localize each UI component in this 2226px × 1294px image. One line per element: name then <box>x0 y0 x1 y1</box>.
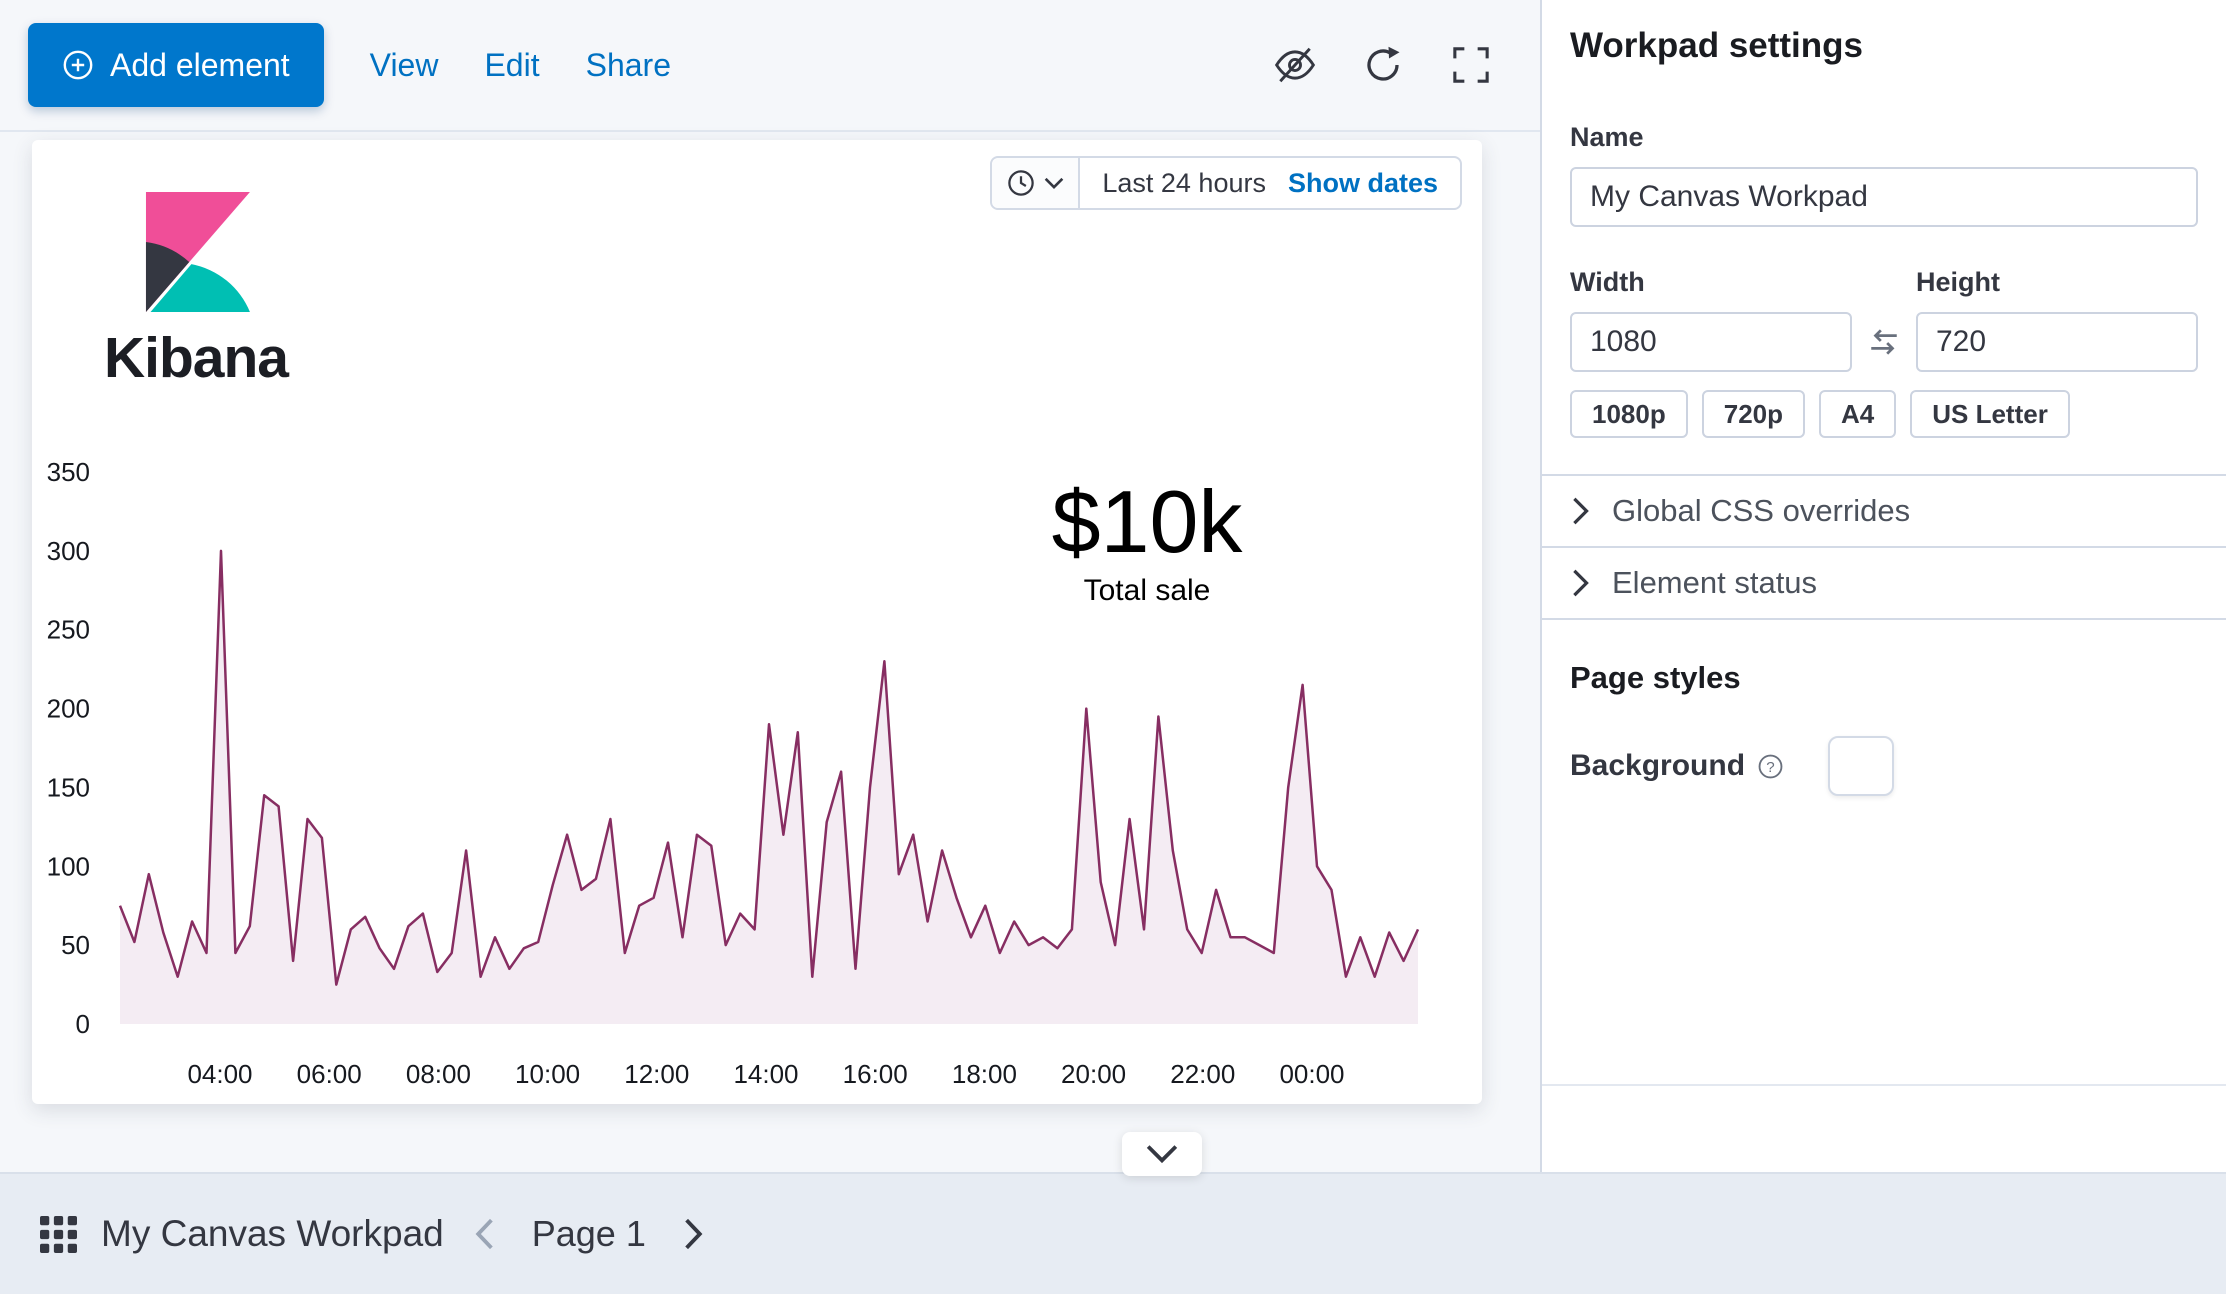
kibana-wordmark: Kibana <box>104 325 288 391</box>
menu-share[interactable]: Share <box>586 47 671 84</box>
page-navigation: Page 1 <box>474 1213 704 1255</box>
svg-text:08:00: 08:00 <box>406 1059 471 1089</box>
footer-workpad-name: My Canvas Workpad <box>101 1213 444 1255</box>
workpad-name-input[interactable] <box>1570 167 2198 227</box>
refresh-button[interactable] <box>1354 36 1412 94</box>
swap-arrows-icon <box>1867 325 1901 359</box>
canvas-main-column: Add element View Edit Share <box>0 0 1540 1172</box>
time-range-label[interactable]: Last 24 hours <box>1080 168 1288 199</box>
preset-us-letter[interactable]: US Letter <box>1910 390 2070 438</box>
sidebar-divider <box>1542 1084 2226 1086</box>
kibana-logo-element[interactable]: Kibana <box>90 192 302 391</box>
preset-a4[interactable]: A4 <box>1819 390 1896 438</box>
previous-page-button[interactable] <box>474 1217 496 1251</box>
add-element-button[interactable]: Add element <box>28 23 324 107</box>
next-page-button[interactable] <box>682 1217 704 1251</box>
hide-editing-controls-button[interactable] <box>1266 36 1324 94</box>
fullscreen-button[interactable] <box>1442 36 1500 94</box>
svg-text:12:00: 12:00 <box>624 1059 689 1089</box>
svg-text:0: 0 <box>76 1009 90 1039</box>
kibana-logo <box>129 192 263 315</box>
svg-text:?: ? <box>1766 758 1774 775</box>
background-help-button[interactable]: ? <box>1757 753 1784 780</box>
name-label: Name <box>1570 122 2198 153</box>
page-styles-heading: Page styles <box>1570 660 2198 696</box>
accordion-label: Global CSS overrides <box>1612 493 1910 529</box>
svg-text:100: 100 <box>47 851 90 881</box>
chevron-left-icon <box>474 1217 496 1251</box>
kibana-canvas-app: Add element View Edit Share <box>0 0 2226 1172</box>
time-quick-select-button[interactable] <box>992 158 1080 208</box>
add-element-label: Add element <box>110 47 290 84</box>
workpad-page[interactable]: Last 24 hours Show dates Kibana $10k <box>32 140 1482 1104</box>
chevron-down-icon <box>1145 1143 1179 1165</box>
svg-text:00:00: 00:00 <box>1279 1059 1344 1089</box>
chevron-down-icon <box>1044 176 1064 190</box>
question-in-circle-icon: ? <box>1757 753 1784 780</box>
background-label: Background <box>1570 749 1745 783</box>
time-picker: Last 24 hours Show dates <box>990 156 1462 210</box>
panel-title: Workpad settings <box>1570 26 2198 66</box>
svg-text:250: 250 <box>47 615 90 645</box>
workpad-footer: My Canvas Workpad Page 1 <box>0 1172 2226 1294</box>
element-status-accordion[interactable]: Element status <box>1542 548 2226 620</box>
accordion-label: Element status <box>1612 565 1817 601</box>
menu-view[interactable]: View <box>370 47 439 84</box>
svg-text:300: 300 <box>47 536 90 566</box>
grid-icon <box>40 1216 77 1253</box>
toolbar-icon-group <box>1266 36 1500 94</box>
svg-text:04:00: 04:00 <box>187 1059 252 1089</box>
svg-text:20:00: 20:00 <box>1061 1059 1126 1089</box>
settings-accordions: Global CSS overrides Element status <box>1542 474 2226 620</box>
canvas-area: Last 24 hours Show dates Kibana $10k <box>0 132 1540 1172</box>
chevron-right-icon <box>1570 496 1590 526</box>
size-presets: 1080p 720p A4 US Letter <box>1570 390 2198 438</box>
svg-text:350: 350 <box>47 462 90 487</box>
top-toolbar: Add element View Edit Share <box>0 0 1540 132</box>
svg-text:10:00: 10:00 <box>515 1059 580 1089</box>
workpad-manager-button[interactable]: My Canvas Workpad <box>40 1213 444 1255</box>
svg-text:50: 50 <box>61 930 90 960</box>
background-setting-row: Background ? <box>1570 736 2198 796</box>
svg-text:14:00: 14:00 <box>733 1059 798 1089</box>
svg-text:18:00: 18:00 <box>952 1059 1017 1089</box>
svg-text:16:00: 16:00 <box>843 1059 908 1089</box>
svg-text:200: 200 <box>47 694 90 724</box>
refresh-icon <box>1363 45 1403 85</box>
show-dates-button[interactable]: Show dates <box>1288 168 1460 199</box>
width-label: Width <box>1570 267 1852 298</box>
background-color-swatch[interactable] <box>1828 736 1894 796</box>
current-page-label[interactable]: Page 1 <box>532 1213 646 1255</box>
global-css-overrides-accordion[interactable]: Global CSS overrides <box>1542 476 2226 548</box>
clock-icon <box>1006 168 1036 198</box>
svg-text:150: 150 <box>47 772 90 802</box>
workpad-settings-panel: Workpad settings Name Width Height 1080p… <box>1540 0 2226 1172</box>
size-controls: Width Height <box>1570 267 2198 372</box>
page-manager-toggle-button[interactable] <box>1122 1132 1202 1176</box>
area-chart[interactable]: 0 50 100 150 200 250 300 350 04:00 06:00 08:00 10:0… <box>32 462 1472 1102</box>
svg-text:06:00: 06:00 <box>297 1059 362 1089</box>
swap-dimensions-button[interactable] <box>1852 325 1916 359</box>
svg-text:22:00: 22:00 <box>1170 1059 1235 1089</box>
plus-in-circle-icon <box>62 49 94 81</box>
chevron-right-icon <box>1570 568 1590 598</box>
chevron-right-icon <box>682 1217 704 1251</box>
fullscreen-icon <box>1452 46 1490 84</box>
eye-slash-icon <box>1274 44 1316 86</box>
height-input[interactable] <box>1916 312 2198 372</box>
preset-720p[interactable]: 720p <box>1702 390 1805 438</box>
height-label: Height <box>1916 267 2198 298</box>
menu-edit[interactable]: Edit <box>484 47 539 84</box>
width-input[interactable] <box>1570 312 1852 372</box>
preset-1080p[interactable]: 1080p <box>1570 390 1688 438</box>
